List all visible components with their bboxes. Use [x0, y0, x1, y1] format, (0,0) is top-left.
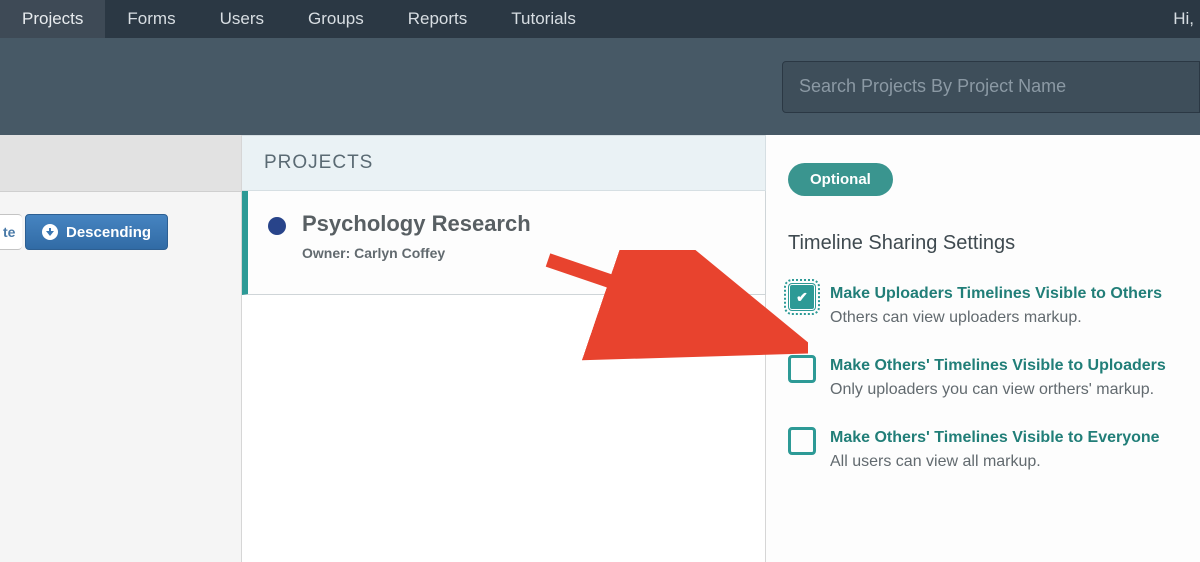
top-nav: Projects Forms Users Groups Reports Tuto… — [0, 0, 1200, 38]
search-input[interactable] — [799, 76, 1183, 97]
optional-badge: Optional — [788, 163, 893, 196]
left-column: te Descending — [0, 135, 242, 562]
nav-item-forms[interactable]: Forms — [105, 0, 197, 38]
main-area: te Descending PROJECTS Psychology Resear… — [0, 135, 1200, 562]
setting-desc-2: All users can view all markup. — [830, 453, 1160, 471]
nav-item-groups[interactable]: Groups — [286, 0, 386, 38]
projects-header: PROJECTS — [242, 135, 766, 191]
nav-item-reports[interactable]: Reports — [386, 0, 490, 38]
project-info: Psychology Research Owner: Carlyn Coffey — [302, 211, 531, 294]
greeting-text: Hi, — [1173, 9, 1200, 29]
project-owner: Owner: Carlyn Coffey — [302, 245, 531, 261]
setting-text-2: Make Others' Timelines Visible to Everyo… — [830, 425, 1160, 471]
setting-desc-1: Only uploaders you can view orthers' mar… — [830, 381, 1166, 399]
descending-button[interactable]: Descending — [25, 214, 168, 250]
project-card[interactable]: Psychology Research Owner: Carlyn Coffey — [242, 191, 766, 295]
check-icon: ✔ — [796, 289, 808, 306]
nav-item-users[interactable]: Users — [198, 0, 286, 38]
settings-title: Timeline Sharing Settings — [788, 232, 1200, 255]
setting-row-2: Make Others' Timelines Visible to Everyo… — [788, 425, 1200, 471]
checkbox-others-visible-everyone[interactable] — [788, 427, 816, 455]
sort-controls: te Descending — [0, 192, 241, 250]
checkbox-uploaders-visible[interactable]: ✔ — [788, 283, 816, 311]
descending-icon — [42, 224, 58, 240]
nav-item-projects[interactable]: Projects — [0, 0, 105, 38]
setting-row-1: Make Others' Timelines Visible to Upload… — [788, 353, 1200, 399]
projects-column: PROJECTS Psychology Research Owner: Carl… — [242, 135, 766, 562]
search-box[interactable] — [782, 61, 1200, 113]
project-title: Psychology Research — [302, 211, 531, 237]
project-status-dot-icon — [268, 217, 286, 235]
setting-label-1: Make Others' Timelines Visible to Upload… — [830, 357, 1166, 375]
projects-empty-area — [242, 295, 766, 562]
settings-column: Optional Timeline Sharing Settings ✔ Mak… — [766, 135, 1200, 562]
checkbox-others-visible-uploaders[interactable] — [788, 355, 816, 383]
setting-desc-0: Others can view uploaders markup. — [830, 309, 1162, 327]
sort-button-partial[interactable]: te — [0, 214, 22, 250]
setting-label-0: Make Uploaders Timelines Visible to Othe… — [830, 285, 1162, 303]
nav-item-tutorials[interactable]: Tutorials — [489, 0, 598, 38]
sub-bar — [0, 38, 1200, 135]
left-header-strip — [0, 135, 241, 192]
setting-label-2: Make Others' Timelines Visible to Everyo… — [830, 429, 1160, 447]
setting-row-0: ✔ Make Uploaders Timelines Visible to Ot… — [788, 281, 1200, 327]
descending-label: Descending — [66, 224, 151, 241]
nav-items: Projects Forms Users Groups Reports Tuto… — [0, 0, 598, 38]
setting-text-0: Make Uploaders Timelines Visible to Othe… — [830, 281, 1162, 327]
setting-text-1: Make Others' Timelines Visible to Upload… — [830, 353, 1166, 399]
